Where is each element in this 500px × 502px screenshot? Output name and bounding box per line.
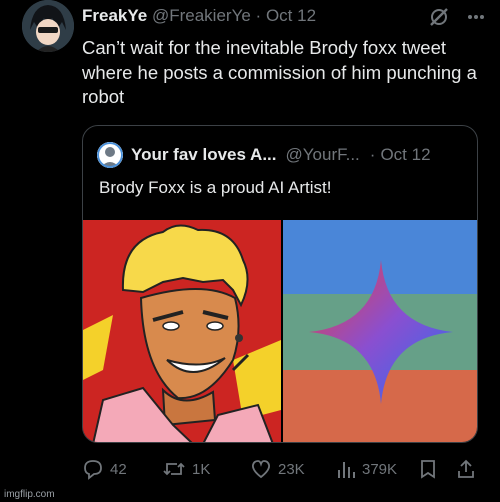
tweet-action-bar: 42 1K 23K 379K xyxy=(82,458,482,482)
views-icon xyxy=(336,458,356,480)
author-name[interactable]: FreakYe xyxy=(82,6,147,25)
bookmark-button[interactable] xyxy=(418,458,438,480)
character-art-image[interactable] xyxy=(83,220,281,442)
imgflip-watermark: imgflip.com xyxy=(4,489,55,500)
retweet-button[interactable]: 1K xyxy=(162,458,210,480)
author-handle[interactable]: @FreakierYe xyxy=(152,6,251,25)
author-avatar[interactable] xyxy=(22,0,74,52)
quoted-author-handle[interactable]: @YourF... xyxy=(286,145,360,165)
like-icon xyxy=(250,458,272,480)
like-count: 23K xyxy=(278,460,305,478)
quoted-author-avatar[interactable] xyxy=(97,142,123,168)
quoted-tweet-header: Your fav loves A... @YourF... · Oct 12 xyxy=(97,142,463,168)
separator-dot: · xyxy=(255,6,262,25)
share-button[interactable] xyxy=(456,458,476,480)
tweet-text: Can’t wait for the inevitable Brody foxx… xyxy=(82,37,477,107)
views-count: 379K xyxy=(362,460,398,478)
retweet-count: 1K xyxy=(192,460,211,478)
quoted-tweet-text: Brody Foxx is a proud AI Artist! xyxy=(99,178,332,197)
retweet-icon xyxy=(162,458,186,480)
reply-icon xyxy=(82,458,104,480)
quoted-author-name[interactable]: Your fav loves A... xyxy=(131,145,277,165)
tweet-date[interactable]: Oct 12 xyxy=(266,6,316,25)
quoted-separator-dot: · xyxy=(369,145,376,164)
reply-button[interactable]: 42 xyxy=(82,458,127,480)
tweet-header: FreakYe @FreakierYe · Oct 12 xyxy=(82,6,486,32)
share-icon xyxy=(456,458,476,480)
more-icon[interactable] xyxy=(466,7,486,32)
bookmark-icon xyxy=(418,458,438,480)
ai-sparkle-logo-image[interactable] xyxy=(283,220,477,442)
views-button[interactable]: 379K xyxy=(336,458,397,480)
reply-count: 42 xyxy=(110,460,127,478)
quoted-tweet-date[interactable]: Oct 12 xyxy=(380,145,430,165)
quoted-tweet-card[interactable]: Your fav loves A... @YourF... · Oct 12 B… xyxy=(82,125,478,443)
grok-icon[interactable] xyxy=(428,6,450,33)
like-button[interactable]: 23K xyxy=(250,458,305,480)
